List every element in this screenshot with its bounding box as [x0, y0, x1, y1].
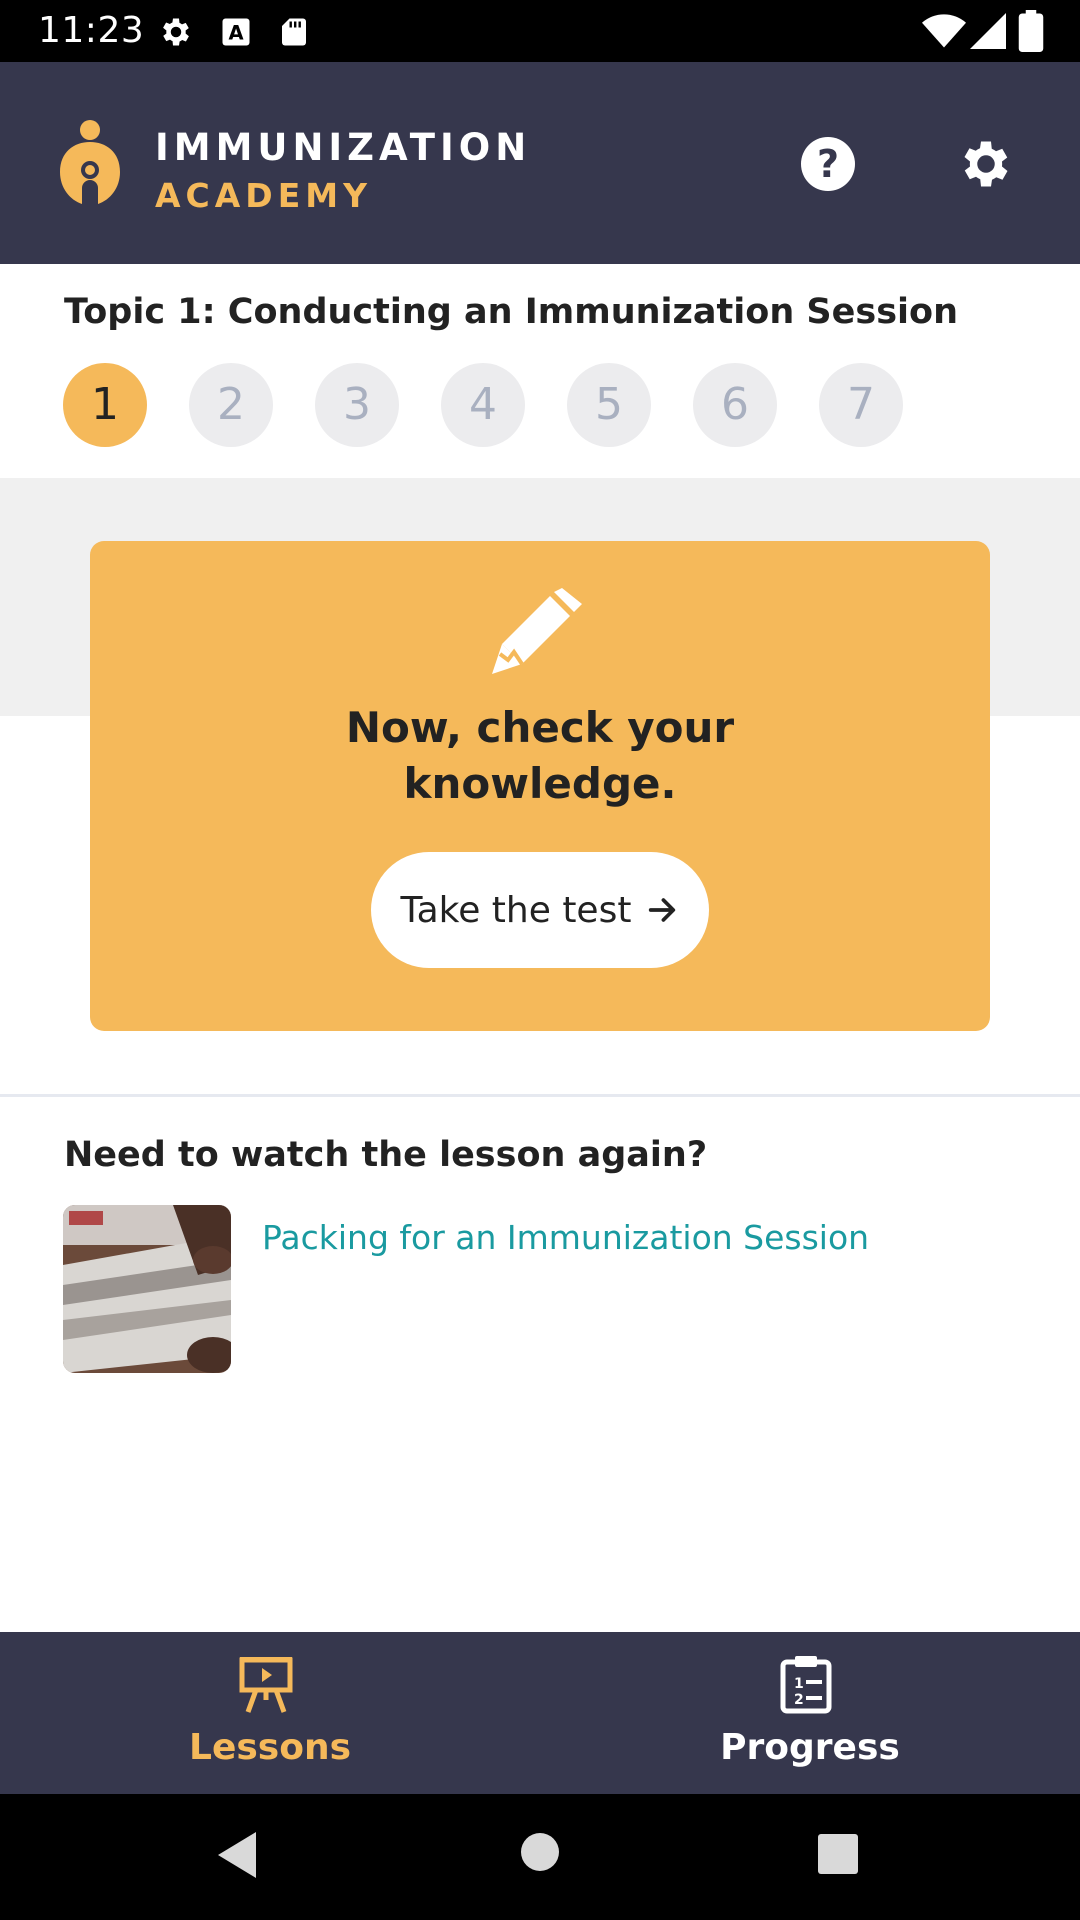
battery-icon	[1018, 10, 1044, 52]
take-test-button[interactable]: Take the test	[371, 852, 709, 968]
nav-lessons[interactable]: Lessons	[0, 1632, 540, 1794]
system-nav-bar	[0, 1794, 1080, 1920]
nav-progress-label: Progress	[720, 1727, 900, 1768]
lesson-link[interactable]: Packing for an Immunization Session	[262, 1216, 869, 1260]
signal-icon	[970, 13, 1006, 49]
step-2[interactable]: 2	[189, 363, 273, 447]
back-icon[interactable]	[216, 1830, 260, 1880]
section-divider	[0, 1094, 1080, 1097]
topic-title: Topic 1: Conducting an Immunization Sess…	[64, 292, 958, 332]
svg-text:?: ?	[817, 142, 839, 186]
svg-text:A: A	[228, 22, 243, 45]
quiz-heading-line1: Now, check your	[345, 703, 735, 752]
wifi-icon	[922, 14, 966, 48]
quiz-heading-line2: knowledge.	[403, 759, 677, 808]
take-test-label: Take the test	[400, 889, 632, 931]
sd-card-icon	[282, 18, 306, 46]
brand-name-line1: IMMUNIZATION	[155, 126, 532, 169]
step-1[interactable]: 1	[63, 363, 147, 447]
settings-icon[interactable]	[956, 134, 1016, 194]
gear-icon	[163, 18, 189, 46]
presentation-easel-icon	[239, 1657, 293, 1713]
recents-icon[interactable]	[818, 1834, 858, 1874]
status-bar: 11:23 A	[0, 0, 1080, 62]
nav-progress[interactable]: 1 2 Progress	[540, 1632, 1080, 1794]
rewatch-title: Need to watch the lesson again?	[64, 1135, 708, 1175]
brand-name-line2: ACADEMY	[155, 176, 372, 215]
clipboard-list-icon: 1 2	[780, 1656, 832, 1714]
home-icon[interactable]	[520, 1832, 560, 1872]
lesson-thumbnail[interactable]	[63, 1205, 231, 1373]
pencil-icon	[492, 588, 582, 674]
app-logo-icon	[60, 120, 120, 204]
step-7[interactable]: 7	[819, 363, 903, 447]
step-6[interactable]: 6	[693, 363, 777, 447]
text-a-icon: A	[222, 18, 250, 46]
status-time: 11:23	[38, 10, 145, 51]
step-4[interactable]: 4	[441, 363, 525, 447]
step-3[interactable]: 3	[315, 363, 399, 447]
svg-text:2: 2	[794, 1692, 804, 1708]
nav-lessons-label: Lessons	[189, 1727, 351, 1768]
svg-text:1: 1	[794, 1676, 804, 1692]
step-5[interactable]: 5	[567, 363, 651, 447]
help-icon[interactable]: ?	[801, 137, 855, 191]
quiz-heading: Now, check your knowledge.	[90, 700, 990, 812]
arrow-right-icon	[649, 898, 676, 922]
